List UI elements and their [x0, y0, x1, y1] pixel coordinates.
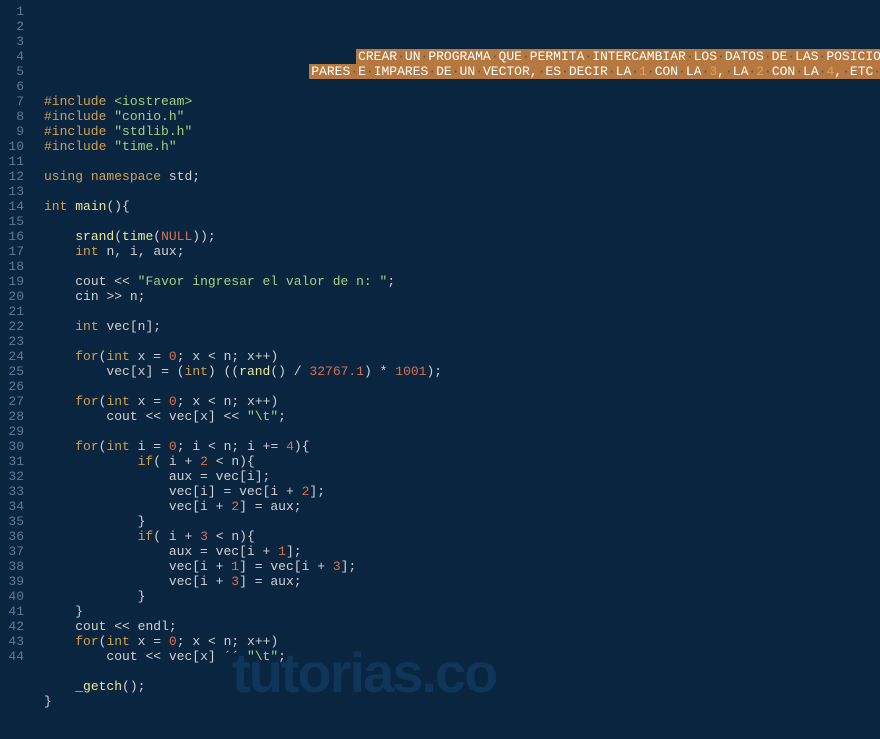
code-line[interactable]: #include <iostream> — [44, 94, 880, 109]
code-line[interactable]: srand(time(NULL)); — [44, 229, 880, 244]
code-line[interactable]: #include "time.h" — [44, 139, 880, 154]
code-line[interactable]: cout << "Favor ingresar el valor de n: "… — [44, 274, 880, 289]
line-number: 42 — [8, 619, 24, 634]
line-number: 3 — [8, 34, 24, 49]
code-line[interactable]: _getch(); — [44, 679, 880, 694]
line-number: 12 — [8, 169, 24, 184]
code-line[interactable]: for(int x = 0; x < n; x++) — [44, 394, 880, 409]
line-number: 32 — [8, 469, 24, 484]
line-number: 31 — [8, 454, 24, 469]
code-line[interactable] — [44, 304, 880, 319]
line-number: 25 — [8, 364, 24, 379]
code-line[interactable]: int n, i, aux; — [44, 244, 880, 259]
code-line[interactable] — [44, 379, 880, 394]
code-line[interactable]: } — [44, 589, 880, 604]
line-number: 7 — [8, 94, 24, 109]
code-line[interactable]: vec[i] = vec[i + 2]; — [44, 484, 880, 499]
code-line[interactable]: } — [44, 694, 880, 709]
line-number: 43 — [8, 634, 24, 649]
line-number: 13 — [8, 184, 24, 199]
line-number: 18 — [8, 259, 24, 274]
code-line[interactable] — [44, 664, 880, 679]
line-number: 34 — [8, 499, 24, 514]
code-line[interactable]: if( i + 2 < n){ — [44, 454, 880, 469]
code-area[interactable]: tutorias.co CREAR·UN·PROGRAMA·QUE·PERMIT… — [32, 0, 880, 700]
line-number: 20 — [8, 289, 24, 304]
code-line[interactable]: vec[i + 1] = vec[i + 3]; — [44, 559, 880, 574]
line-number: 14 — [8, 199, 24, 214]
code-line[interactable]: #include "stdlib.h" — [44, 124, 880, 139]
code-line[interactable]: aux = vec[i]; — [44, 469, 880, 484]
code-line[interactable]: } — [44, 604, 880, 619]
line-number: 30 — [8, 439, 24, 454]
line-number: 1 — [8, 4, 24, 19]
code-line[interactable]: cout << endl; — [44, 619, 880, 634]
line-number: 35 — [8, 514, 24, 529]
line-number: 15 — [8, 214, 24, 229]
line-number: 19 — [8, 274, 24, 289]
line-number: 44 — [8, 649, 24, 664]
line-number: 24 — [8, 349, 24, 364]
line-number: 29 — [8, 424, 24, 439]
line-number: 21 — [8, 304, 24, 319]
code-line[interactable]: PARES·E·IMPARES·DE·UN·VECTOR,·ES·DECIR·L… — [44, 64, 880, 79]
line-number: 16 — [8, 229, 24, 244]
code-line[interactable]: for(int x = 0; x < n; x++) — [44, 634, 880, 649]
line-number: 2 — [8, 19, 24, 34]
line-number: 10 — [8, 139, 24, 154]
code-line[interactable]: #include "conio.h" — [44, 109, 880, 124]
line-number: 38 — [8, 559, 24, 574]
code-line[interactable] — [44, 154, 880, 169]
line-number: 6 — [8, 79, 24, 94]
code-line[interactable]: using namespace std; — [44, 169, 880, 184]
code-line[interactable] — [44, 184, 880, 199]
code-line[interactable]: vec[x] = (int) ((rand() / 32767.1) * 100… — [44, 364, 880, 379]
line-number: 27 — [8, 394, 24, 409]
code-line[interactable] — [44, 214, 880, 229]
code-line[interactable]: if( i + 3 < n){ — [44, 529, 880, 544]
line-number: 41 — [8, 604, 24, 619]
code-line[interactable]: vec[i + 3] = aux; — [44, 574, 880, 589]
code-line[interactable]: int main(){ — [44, 199, 880, 214]
code-line[interactable]: int vec[n]; — [44, 319, 880, 334]
line-number: 33 — [8, 484, 24, 499]
line-number: 37 — [8, 544, 24, 559]
line-number: 26 — [8, 379, 24, 394]
line-number: 39 — [8, 574, 24, 589]
line-number: 28 — [8, 409, 24, 424]
line-number: 8 — [8, 109, 24, 124]
line-number-gutter: 1234567891011121314151617181920212223242… — [0, 0, 32, 700]
line-number: 40 — [8, 589, 24, 604]
line-number: 17 — [8, 244, 24, 259]
code-line[interactable]: for(int x = 0; x < n; x++) — [44, 349, 880, 364]
code-editor[interactable]: 1234567891011121314151617181920212223242… — [0, 0, 880, 700]
line-number: 4 — [8, 49, 24, 64]
code-line[interactable] — [44, 424, 880, 439]
line-number: 36 — [8, 529, 24, 544]
line-number: 9 — [8, 124, 24, 139]
code-line[interactable]: } — [44, 514, 880, 529]
code-line[interactable]: vec[i + 2] = aux; — [44, 499, 880, 514]
code-line[interactable]: for(int i = 0; i < n; i += 4){ — [44, 439, 880, 454]
code-line[interactable] — [44, 259, 880, 274]
code-line[interactable] — [44, 79, 880, 94]
code-line[interactable]: cout << vec[x] ´´ "\t"; — [44, 649, 880, 664]
code-line[interactable] — [44, 334, 880, 349]
code-line[interactable]: aux = vec[i + 1]; — [44, 544, 880, 559]
code-line[interactable]: cout << vec[x] << "\t"; — [44, 409, 880, 424]
line-number: 22 — [8, 319, 24, 334]
line-number: 5 — [8, 64, 24, 79]
code-line[interactable]: CREAR·UN·PROGRAMA·QUE·PERMITA·INTERCAMBI… — [44, 49, 880, 64]
line-number: 11 — [8, 154, 24, 169]
code-line[interactable]: cin >> n; — [44, 289, 880, 304]
line-number: 23 — [8, 334, 24, 349]
